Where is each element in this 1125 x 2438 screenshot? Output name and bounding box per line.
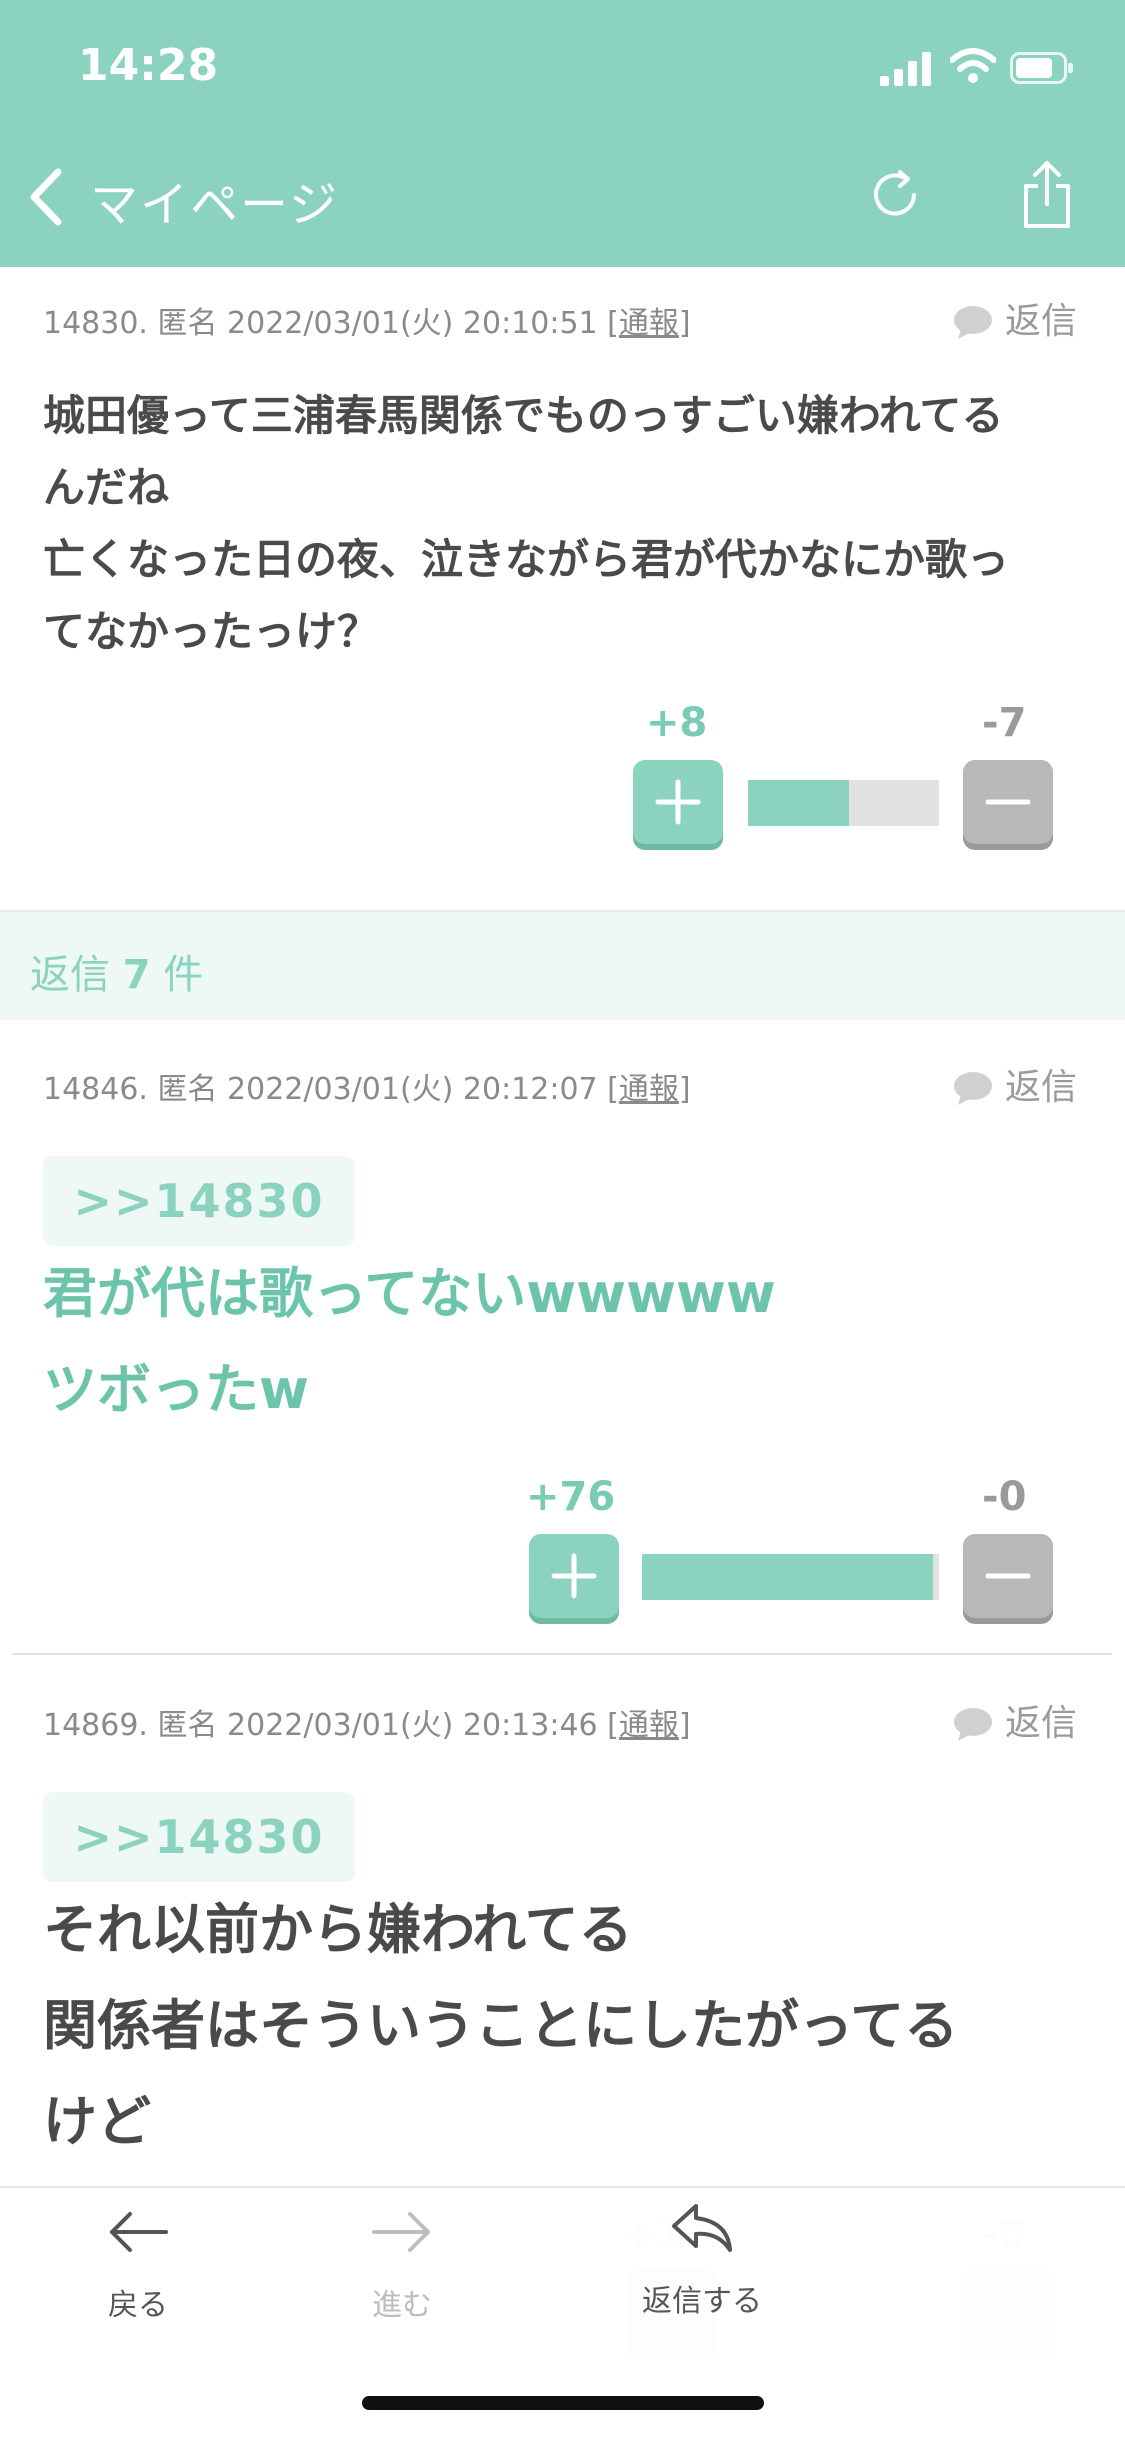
reply-button[interactable]: 返信 bbox=[953, 1058, 1077, 1110]
reply2-meta: 14869. 匿名 2022/03/01(火) 20:13:46 [通報] bbox=[43, 1700, 691, 1744]
post-meta-bracket: ] bbox=[678, 306, 691, 341]
plus-count: +8 bbox=[646, 700, 708, 746]
replies-count-label: 返信 7 件 bbox=[30, 942, 203, 1000]
minus-vote-button[interactable] bbox=[963, 1534, 1053, 1618]
post-meta-info: 14830. 匿名 2022/03/01(火) 20:10:51 [ bbox=[43, 306, 619, 341]
post-body: 城田優って三浦春馬関係でものっすごい嫌われてる んだね 亡くなった日の夜、泣きな… bbox=[43, 380, 1093, 668]
reply1-meta-bracket: ] bbox=[678, 1072, 691, 1107]
report-link[interactable]: 通報 bbox=[619, 1072, 679, 1107]
plus-count: +76 bbox=[526, 1474, 616, 1520]
post-line: 亡くなった日の夜、泣きながら君が代かなにか歌っ bbox=[43, 535, 1010, 584]
post-line: けど bbox=[43, 2090, 151, 2153]
home-indicator bbox=[362, 2396, 764, 2410]
post-line: んだね bbox=[43, 463, 170, 512]
anchor-link[interactable]: >>14830 bbox=[43, 1792, 355, 1882]
reply-label: 返信 bbox=[1005, 1703, 1078, 1744]
vote-ratio-fill bbox=[748, 780, 850, 826]
reply1-meta: 14846. 匿名 2022/03/01(火) 20:12:07 [通報] bbox=[43, 1064, 691, 1108]
reply-button[interactable]: 返信 bbox=[953, 1694, 1077, 1746]
plus-vote-button[interactable] bbox=[633, 760, 723, 844]
speech-bubble-icon bbox=[954, 1072, 992, 1105]
reply-toolbar-button[interactable]: 返信する bbox=[602, 2196, 802, 2336]
speech-bubble-icon bbox=[954, 1708, 992, 1741]
post-line: 君が代は歌ってないwwwww bbox=[43, 1262, 776, 1325]
minus-count: -7 bbox=[982, 700, 1027, 746]
replies-suffix: 件 bbox=[150, 952, 204, 998]
cellular-signal-icon bbox=[880, 52, 931, 86]
chevron-left-icon[interactable] bbox=[28, 168, 64, 226]
status-time: 14:28 bbox=[78, 40, 219, 91]
minus-vote-button[interactable] bbox=[963, 760, 1053, 844]
vote-ratio-bar bbox=[748, 780, 939, 826]
wifi-icon bbox=[950, 48, 996, 83]
replies-prefix: 返信 bbox=[30, 952, 123, 998]
reply-label: 返信 bbox=[1005, 301, 1078, 342]
reply1-body: 君が代は歌ってないwwwww ツボったw bbox=[43, 1246, 1093, 1438]
battery-icon bbox=[1010, 52, 1073, 84]
post-line: てなかったっけ？ bbox=[43, 607, 380, 656]
share-icon[interactable] bbox=[1018, 160, 1076, 230]
post-line: ツボったw bbox=[43, 1358, 309, 1421]
report-link[interactable]: 通報 bbox=[619, 306, 679, 341]
minus-icon bbox=[985, 1573, 1031, 1579]
refresh-icon[interactable] bbox=[866, 166, 924, 224]
divider bbox=[12, 1653, 1112, 1655]
plus-icon bbox=[655, 779, 701, 825]
vote-ratio-bar bbox=[642, 1554, 939, 1600]
speech-bubble-icon bbox=[954, 306, 992, 339]
reply2-body: それ以前から嫌われてる 関係者はそういうことにしたがってる けど bbox=[43, 1882, 1093, 2170]
post-meta: 14830. 匿名 2022/03/01(火) 20:10:51 [通報] bbox=[43, 298, 691, 342]
arrow-left-icon bbox=[110, 2212, 168, 2252]
reply1-meta-info: 14846. 匿名 2022/03/01(火) 20:12:07 [ bbox=[43, 1072, 619, 1107]
plus-icon bbox=[551, 1553, 597, 1599]
reply2-meta-bracket: ] bbox=[678, 1708, 691, 1743]
arrow-right-icon bbox=[372, 2212, 430, 2252]
minus-icon bbox=[985, 799, 1031, 805]
minus-count: -0 bbox=[982, 1474, 1027, 1520]
post-line: 関係者はそういうことにしたがってる bbox=[43, 1994, 959, 2057]
back-label: 戻る bbox=[108, 2288, 168, 2323]
back-to-mypage-link[interactable]: マイページ bbox=[90, 165, 339, 235]
post-line: それ以前から嫌われてる bbox=[43, 1898, 633, 1961]
anchor-link[interactable]: >>14830 bbox=[43, 1156, 355, 1246]
forward-label: 進む bbox=[372, 2288, 432, 2323]
reply2-meta-info: 14869. 匿名 2022/03/01(火) 20:13:46 [ bbox=[43, 1708, 619, 1743]
report-link[interactable]: 通報 bbox=[619, 1708, 679, 1743]
reply-icon bbox=[672, 2204, 732, 2252]
back-button[interactable]: 戻る bbox=[38, 2200, 238, 2340]
plus-vote-button[interactable] bbox=[529, 1534, 619, 1618]
reply-label: 返信 bbox=[1005, 1067, 1078, 1108]
forward-button[interactable]: 進む bbox=[302, 2200, 502, 2340]
post-line: 城田優って三浦春馬関係でものっすごい嫌われてる bbox=[43, 391, 1004, 440]
vote-ratio-fill bbox=[642, 1554, 934, 1600]
reply-toolbar-label: 返信する bbox=[642, 2284, 762, 2319]
reply-button[interactable]: 返信 bbox=[953, 292, 1077, 344]
replies-count: 7 bbox=[122, 952, 151, 998]
